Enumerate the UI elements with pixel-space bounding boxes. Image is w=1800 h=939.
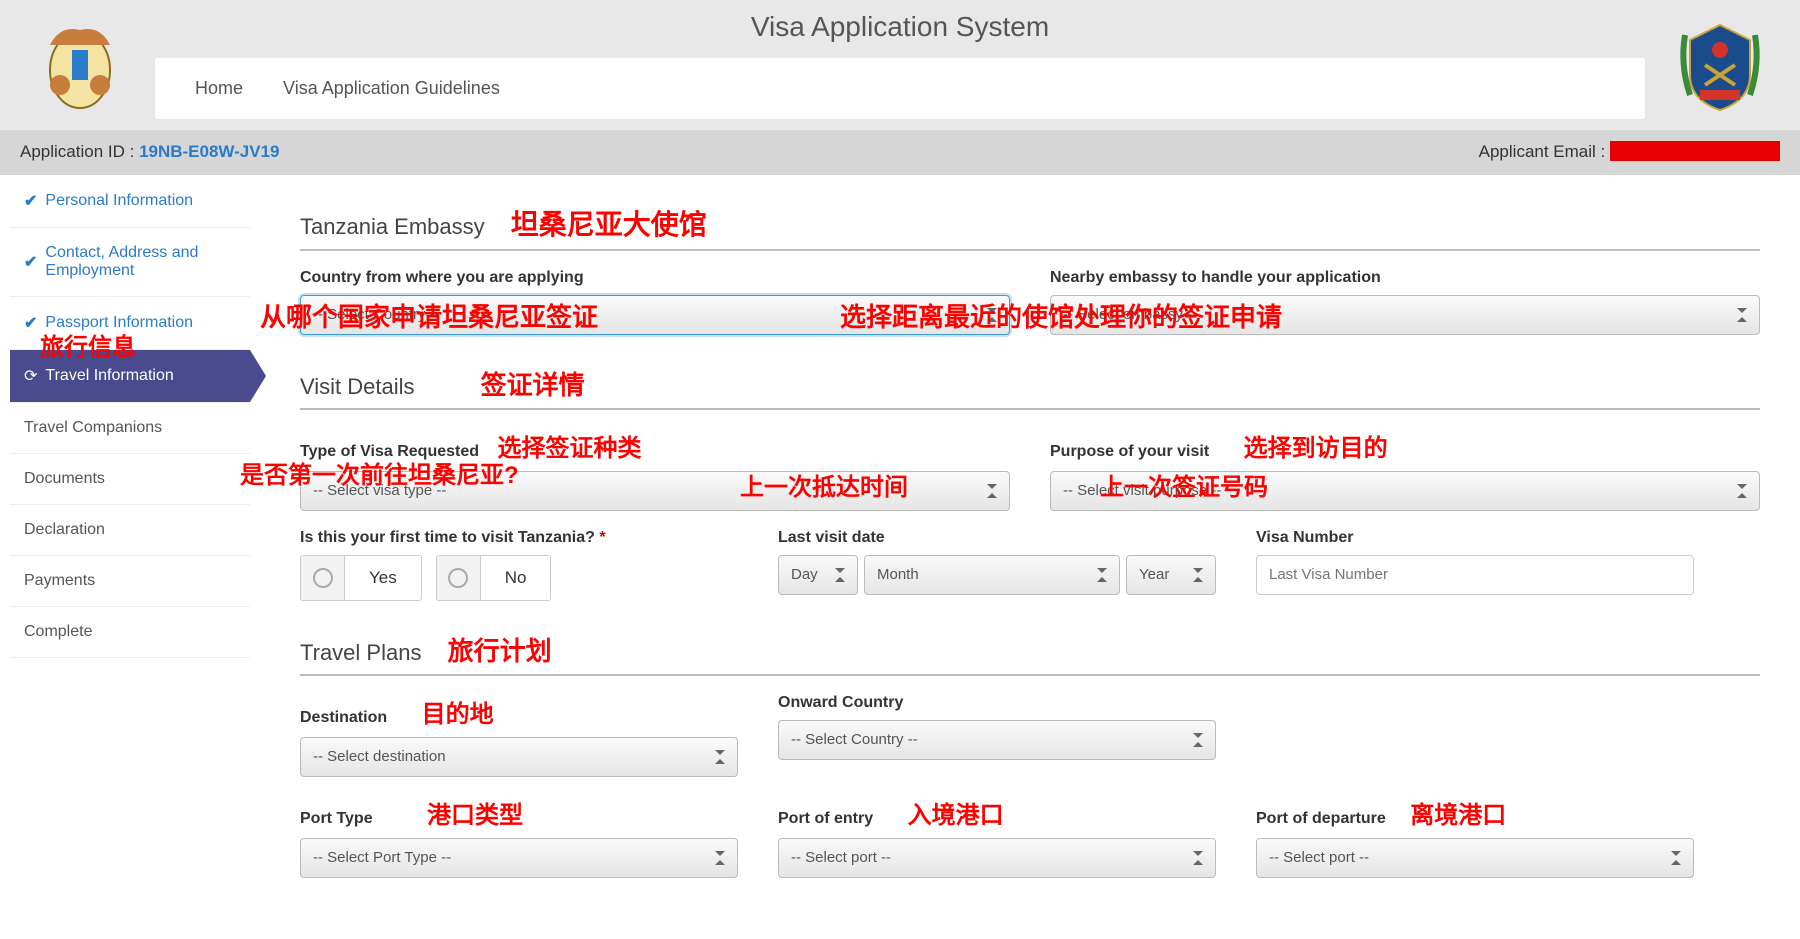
application-id-value: 19NB-E08W-JV19 [139, 142, 279, 161]
annotation: 坦桑尼亚大使馆 [511, 209, 707, 240]
annotation: 签证详情 [481, 370, 585, 400]
immigration-badge-icon [1670, 15, 1770, 115]
step-passport-information[interactable]: ✔Passport Information [10, 297, 250, 350]
step-payments[interactable]: Payments [10, 556, 250, 607]
info-bar: Application ID : 19NB-E08W-JV19 Applican… [0, 130, 1800, 175]
check-icon: ✔ [24, 313, 37, 333]
nav-bar: Home Visa Application Guidelines [155, 58, 1645, 119]
nearby-embassy-select[interactable]: -- Select embassy -- [1050, 295, 1760, 335]
nav-home[interactable]: Home [195, 78, 243, 99]
port-type-select[interactable]: -- Select Port Type -- [300, 838, 738, 878]
step-contact-address-employment[interactable]: ✔Contact, Address and Employment [10, 228, 250, 297]
onward-country-select[interactable]: -- Select Country -- [778, 720, 1216, 760]
annotation: 旅行计划 [448, 636, 552, 666]
last-visit-date-label: Last visit date [778, 529, 1216, 547]
visa-number-label: Visa Number [1256, 529, 1694, 547]
step-travel-companions[interactable]: Travel Companions [10, 403, 250, 454]
step-documents[interactable]: Documents [10, 454, 250, 505]
visa-type-label: Type of Visa Requested 选择签证种类 [300, 428, 1010, 463]
last-visit-month-select[interactable]: Month [864, 555, 1120, 595]
section-visit-title: Visit Details 签证详情 [300, 365, 1760, 410]
header: Visa Application System Home Visa Applic… [0, 0, 1800, 130]
step-complete[interactable]: Complete [10, 607, 250, 658]
spinner-icon: ⟳ [24, 366, 37, 386]
port-entry-label: Port of entry 入境港口 [778, 795, 1216, 830]
port-type-label: Port Type 港口类型 [300, 795, 738, 830]
annotation: 目的地 [422, 701, 494, 728]
onward-country-label: Onward Country [778, 694, 1216, 712]
nearby-embassy-label: Nearby embassy to handle your applicatio… [1050, 269, 1760, 287]
country-apply-label: Country from where you are applying [300, 269, 1010, 287]
port-departure-label: Port of departure 离境港口 [1256, 795, 1694, 830]
check-icon: ✔ [24, 191, 37, 211]
country-apply-select[interactable]: -- Select Country -- [300, 295, 1010, 335]
step-declaration[interactable]: Declaration [10, 505, 250, 556]
applicant-email: Applicant Email : [1479, 142, 1780, 163]
annotation: 选择签证种类 [497, 435, 641, 462]
first-time-yes[interactable]: Yes [300, 555, 422, 601]
destination-select[interactable]: -- Select destination [300, 737, 738, 777]
nav-guidelines[interactable]: Visa Application Guidelines [283, 78, 500, 99]
last-visit-year-select[interactable]: Year [1126, 555, 1216, 595]
visa-type-select[interactable]: -- Select visa type -- [300, 471, 1010, 511]
port-departure-select[interactable]: -- Select port -- [1256, 838, 1694, 878]
check-icon: ✔ [24, 252, 37, 272]
steps-sidebar: ✔Personal Information ✔Contact, Address … [10, 175, 250, 936]
first-time-no[interactable]: No [436, 555, 552, 601]
system-title: Visa Application System [130, 11, 1670, 43]
visa-number-input[interactable] [1256, 555, 1694, 595]
annotation: 离境港口 [1410, 802, 1506, 829]
port-entry-select[interactable]: -- Select port -- [778, 838, 1216, 878]
annotation: 港口类型 [427, 802, 523, 829]
purpose-select[interactable]: -- Select visit purpose -- [1050, 471, 1760, 511]
email-redacted [1610, 141, 1780, 161]
country-emblem-icon [30, 15, 130, 115]
first-time-label: Is this your first time to visit Tanzani… [300, 529, 738, 547]
section-plans-title: Travel Plans 旅行计划 [300, 631, 1760, 676]
step-personal-information[interactable]: ✔Personal Information [10, 175, 250, 228]
form-main: Tanzania Embassy 坦桑尼亚大使馆 Country from wh… [250, 175, 1790, 936]
annotation: 选择到访目的 [1244, 435, 1388, 462]
purpose-label: Purpose of your visit 选择到访目的 [1050, 428, 1760, 463]
step-travel-information[interactable]: ⟳Travel Information [10, 350, 250, 403]
application-id: Application ID : 19NB-E08W-JV19 [20, 142, 280, 163]
last-visit-day-select[interactable]: Day [778, 555, 858, 595]
destination-label: Destination 目的地 [300, 694, 738, 729]
section-embassy-title: Tanzania Embassy 坦桑尼亚大使馆 [300, 203, 1760, 251]
annotation: 入境港口 [908, 802, 1004, 829]
